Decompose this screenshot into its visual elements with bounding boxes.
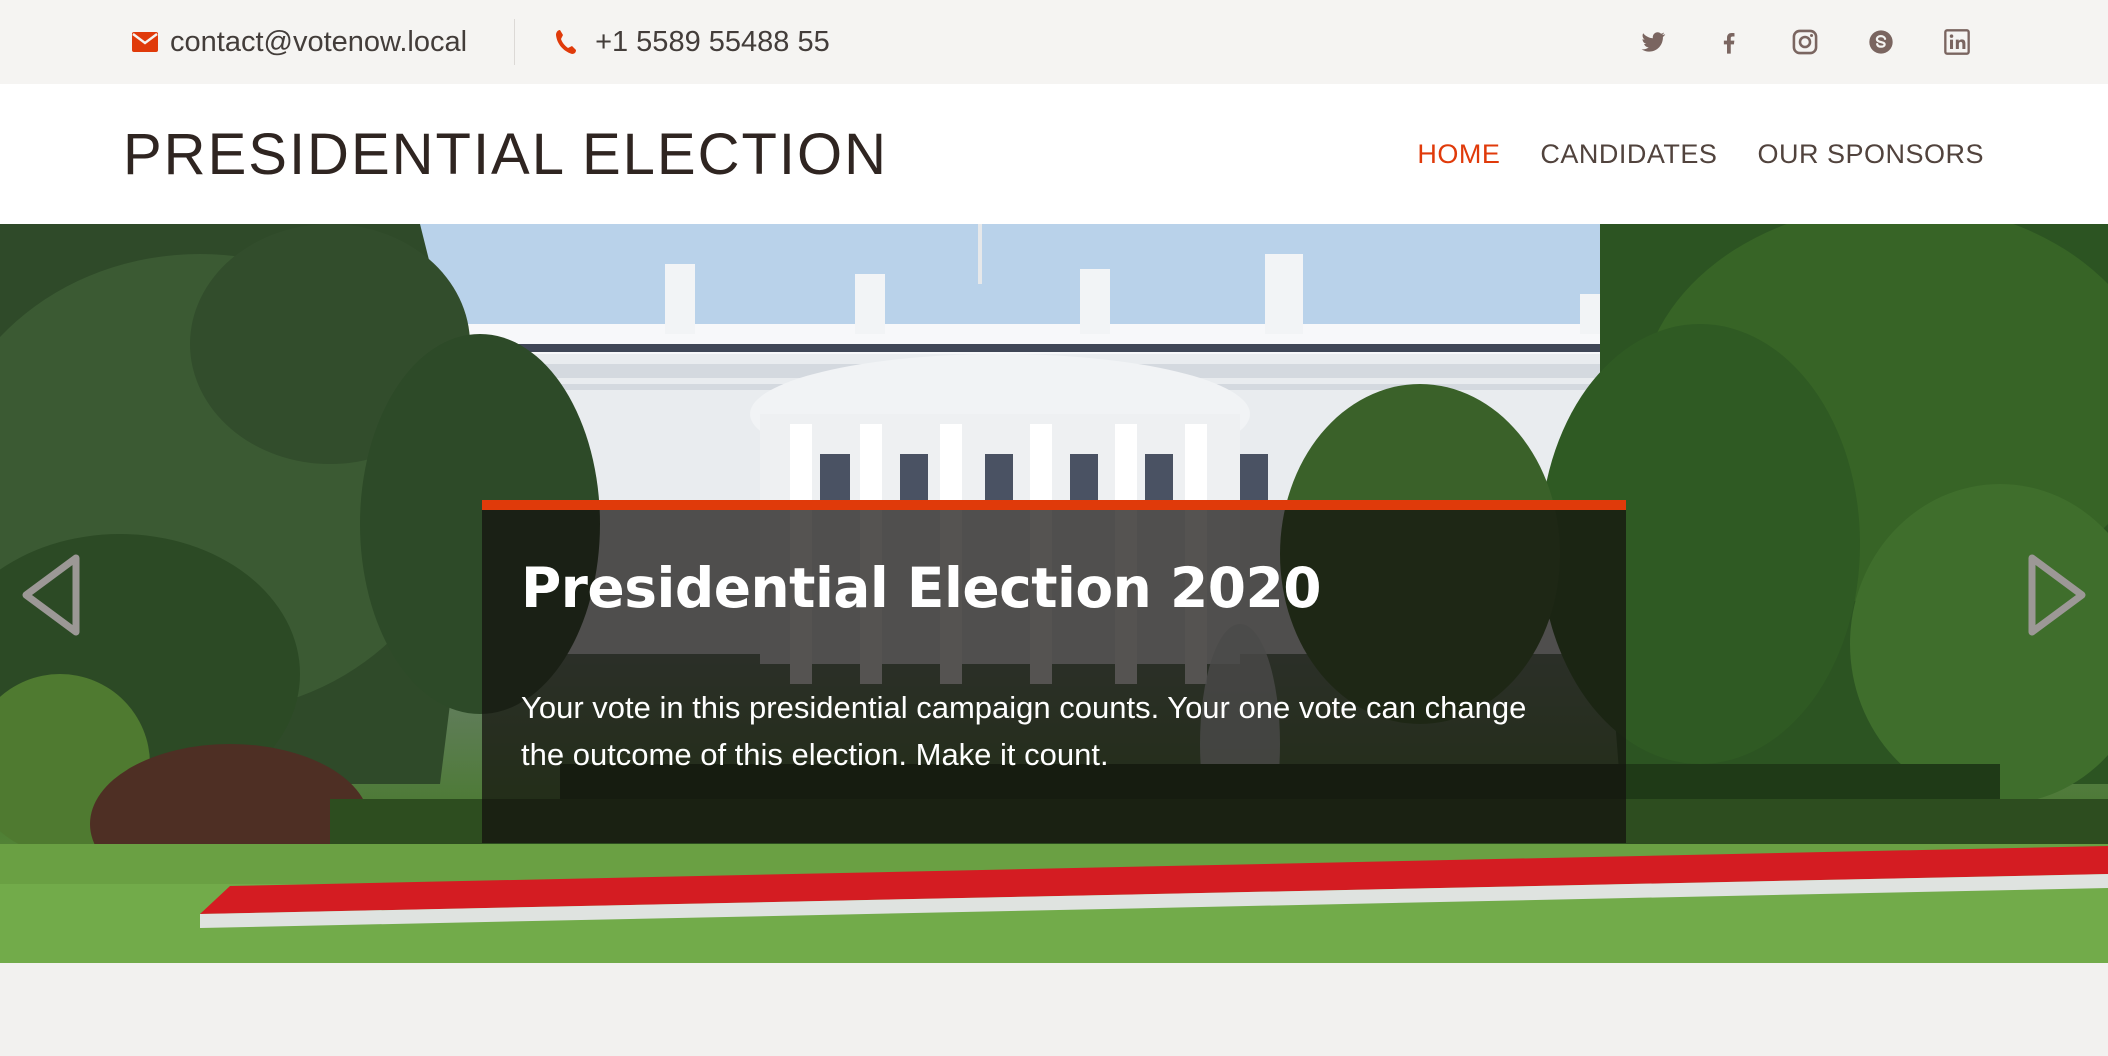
skype-icon[interactable] — [1866, 27, 1896, 57]
twitter-icon[interactable] — [1638, 27, 1668, 57]
nav-sponsors[interactable]: OUR SPONSORS — [1757, 139, 1984, 170]
carousel-next-button[interactable] — [2024, 552, 2090, 638]
hero-carousel: Presidential Election 2020 Your vote in … — [0, 224, 2108, 963]
email-text[interactable]: contact@votenow.local — [170, 26, 467, 59]
email-contact[interactable]: contact@votenow.local — [132, 26, 467, 59]
site-title[interactable]: PRESIDENTIAL ELECTION — [123, 84, 888, 224]
hero-text: Your vote in this presidential campaign … — [521, 690, 1527, 772]
nav-candidates[interactable]: CANDIDATES — [1540, 139, 1717, 170]
phone-contact[interactable]: +1 5589 55488 55 — [555, 26, 830, 59]
site-header: PRESIDENTIAL ELECTION HOME CANDIDATES OU… — [0, 84, 2108, 224]
envelope-icon — [132, 32, 158, 52]
social-links — [1638, 0, 1972, 84]
hero-caption: Presidential Election 2020 Your vote in … — [482, 500, 1626, 843]
contact-divider — [514, 19, 516, 65]
main-nav: HOME CANDIDATES OUR SPONSORS — [1417, 84, 1984, 224]
chevron-right-icon — [2028, 554, 2086, 636]
linkedin-icon[interactable] — [1942, 27, 1972, 57]
carousel-prev-button[interactable] — [18, 552, 84, 638]
phone-icon — [555, 29, 577, 55]
contact-info: contact@votenow.local +1 5589 55488 55 — [132, 0, 830, 84]
instagram-icon[interactable] — [1790, 27, 1820, 57]
phone-text[interactable]: +1 5589 55488 55 — [595, 26, 830, 59]
hero-title: Presidential Election 2020 — [521, 556, 1322, 620]
top-bar: contact@votenow.local +1 5589 55488 55 — [0, 0, 2108, 84]
page-content-start — [0, 963, 2108, 1056]
nav-home[interactable]: HOME — [1417, 139, 1500, 170]
facebook-icon[interactable] — [1714, 27, 1744, 57]
chevron-left-icon — [22, 554, 80, 636]
